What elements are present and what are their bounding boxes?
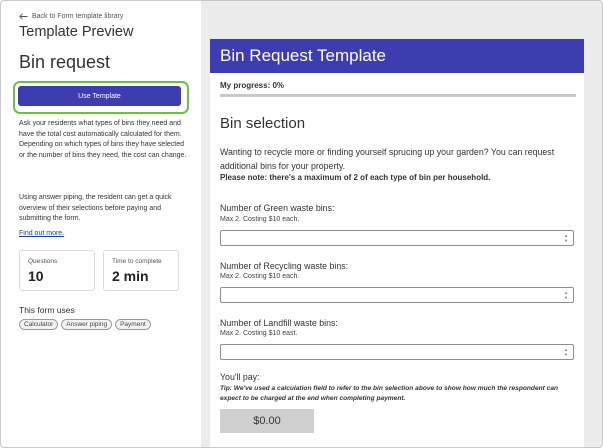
recycling-bins-hint: Max 2. Costing $10 each. <box>220 273 300 280</box>
find-out-more-link[interactable]: Find out more. <box>19 230 64 237</box>
template-info-panel: Back to Form template library Template P… <box>1 1 201 447</box>
use-template-highlight: Use Template <box>13 81 189 114</box>
number-stepper-icon[interactable]: ▲ ▼ <box>563 233 569 243</box>
progress-bar <box>220 94 576 97</box>
template-description: Ask your residents what types of bins th… <box>19 120 187 159</box>
green-bins-input[interactable]: ▲ ▼ <box>220 230 574 246</box>
arrow-left-icon <box>19 13 28 20</box>
tag-calculator: Calculator <box>19 319 59 330</box>
tag-payment: Payment <box>115 319 151 330</box>
you-pay-label: You'll pay: <box>220 372 260 382</box>
recycling-bins-input[interactable]: ▲ ▼ <box>220 287 574 303</box>
back-link-label: Back to Form template library <box>32 13 124 20</box>
calculation-tip: Tip: We've used a calculation field to r… <box>220 385 559 402</box>
total-amount: $0.00 <box>220 409 314 433</box>
preview-heading: Template Preview <box>19 24 134 40</box>
time-stat-value: 2 min <box>112 268 149 284</box>
questions-stat: Questions 10 <box>19 250 95 291</box>
green-bins-hint: Max 2. Costing $10 each. <box>220 216 300 223</box>
time-stat: Time to complete 2 min <box>103 250 179 291</box>
questions-stat-value: 10 <box>28 268 44 284</box>
form-header-title: Bin Request Template <box>220 46 387 65</box>
feature-tags: Calculator Answer piping Payment <box>19 319 151 330</box>
form-title: Bin request <box>19 52 111 72</box>
landfill-bins-input[interactable]: ▲ ▼ <box>220 344 574 360</box>
section-intro: Wanting to recycle more or finding yours… <box>220 147 555 171</box>
landfill-bins-hint: Max 2. Costing $10 east. <box>220 330 298 337</box>
back-link[interactable]: Back to Form template library <box>19 13 123 20</box>
form-uses-heading: This form uses <box>19 305 75 315</box>
window: Back to Form template library Template P… <box>0 0 603 448</box>
number-stepper-icon[interactable]: ▲ ▼ <box>563 347 569 357</box>
number-stepper-icon[interactable]: ▲ ▼ <box>563 290 569 300</box>
answer-piping-description: Using answer piping, the resident can ge… <box>19 194 172 222</box>
progress-label: My progress: 0% <box>220 81 285 90</box>
landfill-bins-label: Number of Landfill waste bins: <box>220 318 338 328</box>
questions-stat-label: Questions <box>28 258 58 265</box>
green-bins-label: Number of Green waste bins: <box>220 203 335 213</box>
time-stat-label: Time to complete <box>112 258 162 265</box>
form-preview-card: Bin Request Template My progress: 0% Bin… <box>210 39 584 447</box>
section-title: Bin selection <box>220 115 306 132</box>
recycling-bins-label: Number of Recycling waste bins: <box>220 261 349 271</box>
form-header: Bin Request Template <box>210 39 584 73</box>
use-template-button[interactable]: Use Template <box>18 86 181 106</box>
tag-answer-piping: Answer piping <box>61 319 113 330</box>
section-note: Please note: there's a maximum of 2 of e… <box>220 173 491 182</box>
